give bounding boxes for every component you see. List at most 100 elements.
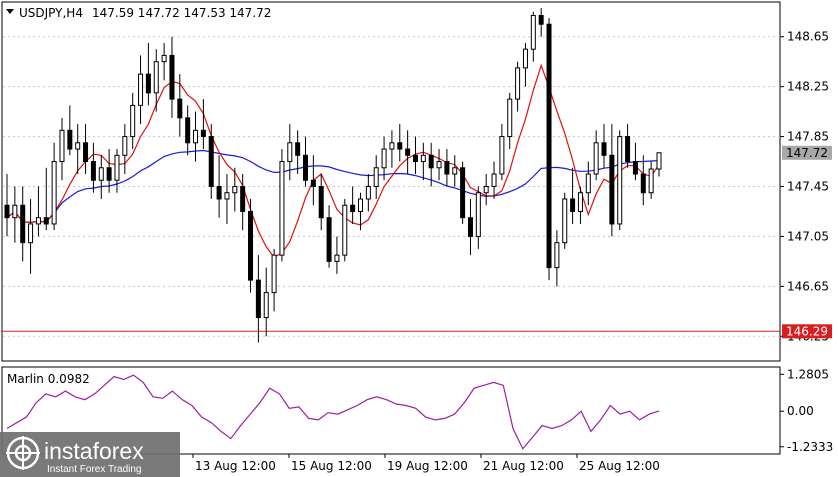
- candle-body: [444, 161, 450, 175]
- candle: [546, 17, 552, 281]
- candle: [617, 130, 623, 231]
- candle-body: [428, 154, 434, 169]
- candle-body: [625, 136, 631, 163]
- candle-body: [617, 136, 623, 225]
- chart-background: [0, 0, 838, 477]
- candle-body: [593, 142, 599, 175]
- candle-body: [365, 185, 371, 200]
- candle-body: [255, 279, 261, 319]
- candle-body: [381, 148, 387, 169]
- candle-body: [326, 217, 332, 262]
- time-tick-label: 21 Aug 12:00: [483, 459, 564, 473]
- candle-body: [153, 61, 159, 94]
- candle-body: [546, 23, 552, 269]
- candle-body: [656, 152, 662, 170]
- candle-body: [145, 73, 151, 94]
- candle-body: [28, 223, 34, 244]
- candle-body: [114, 154, 120, 181]
- candle-body: [271, 254, 277, 294]
- candle-body: [310, 179, 316, 187]
- candle-body: [295, 142, 301, 156]
- candle-body: [193, 129, 199, 144]
- candle: [248, 198, 254, 293]
- candle-body: [389, 142, 395, 150]
- candle-body: [106, 167, 112, 181]
- candle-body: [43, 217, 49, 225]
- candle-body: [75, 142, 81, 150]
- price-tick-label: 147.85: [787, 130, 829, 144]
- chart-header: USDJPY,H4 147.59 147.72 147.53 147.72: [6, 6, 271, 20]
- candle-body: [373, 167, 379, 187]
- support-price-tag: 146.29: [782, 324, 832, 339]
- price-chart[interactable]: USDJPY,H4 147.59 147.72 147.53 147.72 14…: [0, 0, 838, 477]
- candle-body: [67, 129, 73, 150]
- candle-body: [177, 98, 183, 119]
- candle-body: [357, 198, 363, 212]
- time-tick-label: 25 Aug 12:00: [579, 459, 660, 473]
- candle-body: [467, 217, 473, 237]
- candle-body: [350, 204, 356, 212]
- candle-body: [169, 54, 175, 100]
- candle-body: [577, 192, 583, 212]
- candle-body: [522, 48, 528, 69]
- candle-body: [334, 254, 340, 262]
- marlin-title: Marlin 0.0982: [7, 372, 90, 386]
- candle-body: [98, 167, 104, 181]
- instaforex-logo: instaforex Instant Forex Trading: [0, 432, 180, 477]
- candle-body: [263, 292, 269, 319]
- candle-body: [460, 167, 466, 219]
- candle-body: [640, 173, 646, 194]
- current-price-value: 147.72: [786, 146, 828, 160]
- price-tick-label: 148.65: [787, 30, 829, 44]
- candle-body: [452, 167, 458, 175]
- candle-body: [130, 104, 136, 138]
- candle-body: [585, 173, 591, 194]
- candle-body: [35, 217, 41, 225]
- candle-body: [248, 210, 254, 281]
- candle-body: [601, 142, 607, 156]
- price-tick-label: 146.65: [787, 279, 829, 293]
- indicator-tick-label: 1.2805: [787, 367, 829, 381]
- candle-body: [515, 67, 521, 100]
- candle-body: [483, 185, 489, 194]
- candle-body: [20, 204, 26, 244]
- candle-body: [232, 185, 238, 194]
- candle-body: [397, 142, 403, 150]
- time-tick-label: 13 Aug 12:00: [195, 459, 276, 473]
- candle-body: [90, 161, 96, 181]
- candle-body: [4, 204, 10, 219]
- candle-body: [507, 98, 513, 138]
- time-tick-label: 15 Aug 12:00: [291, 459, 372, 473]
- candle-body: [420, 154, 426, 163]
- candle-body: [475, 192, 481, 237]
- candle-body: [318, 185, 324, 219]
- indicator-tick-label: -1.2333: [787, 440, 833, 454]
- candle-body: [122, 136, 128, 156]
- price-tick-label: 147.05: [787, 229, 829, 243]
- price-tick-label: 148.25: [787, 80, 829, 94]
- candle: [562, 192, 568, 249]
- support-price-value: 146.29: [786, 324, 828, 338]
- candle-body: [200, 129, 206, 138]
- candle-body: [12, 204, 18, 219]
- symbol-label: USDJPY,H4: [19, 6, 83, 20]
- candle-body: [208, 136, 214, 187]
- candle-body: [562, 198, 568, 244]
- candle-body: [530, 14, 536, 50]
- candle-body: [51, 161, 57, 225]
- candle-body: [609, 154, 615, 225]
- price-tick-label: 147.45: [787, 179, 829, 193]
- candle-body: [632, 161, 638, 175]
- candle-body: [436, 161, 442, 169]
- candle-body: [554, 242, 560, 269]
- candle-body: [185, 117, 191, 144]
- candle-body: [216, 185, 222, 200]
- candle-body: [279, 161, 285, 256]
- candle-body: [240, 185, 246, 212]
- candle: [342, 198, 348, 262]
- candle-body: [342, 204, 348, 256]
- ohlc-label: 147.59 147.72 147.53 147.72: [92, 6, 271, 20]
- candle-body: [499, 136, 505, 175]
- candle-body: [570, 198, 576, 212]
- indicator-tick-label: 0.00: [787, 404, 814, 418]
